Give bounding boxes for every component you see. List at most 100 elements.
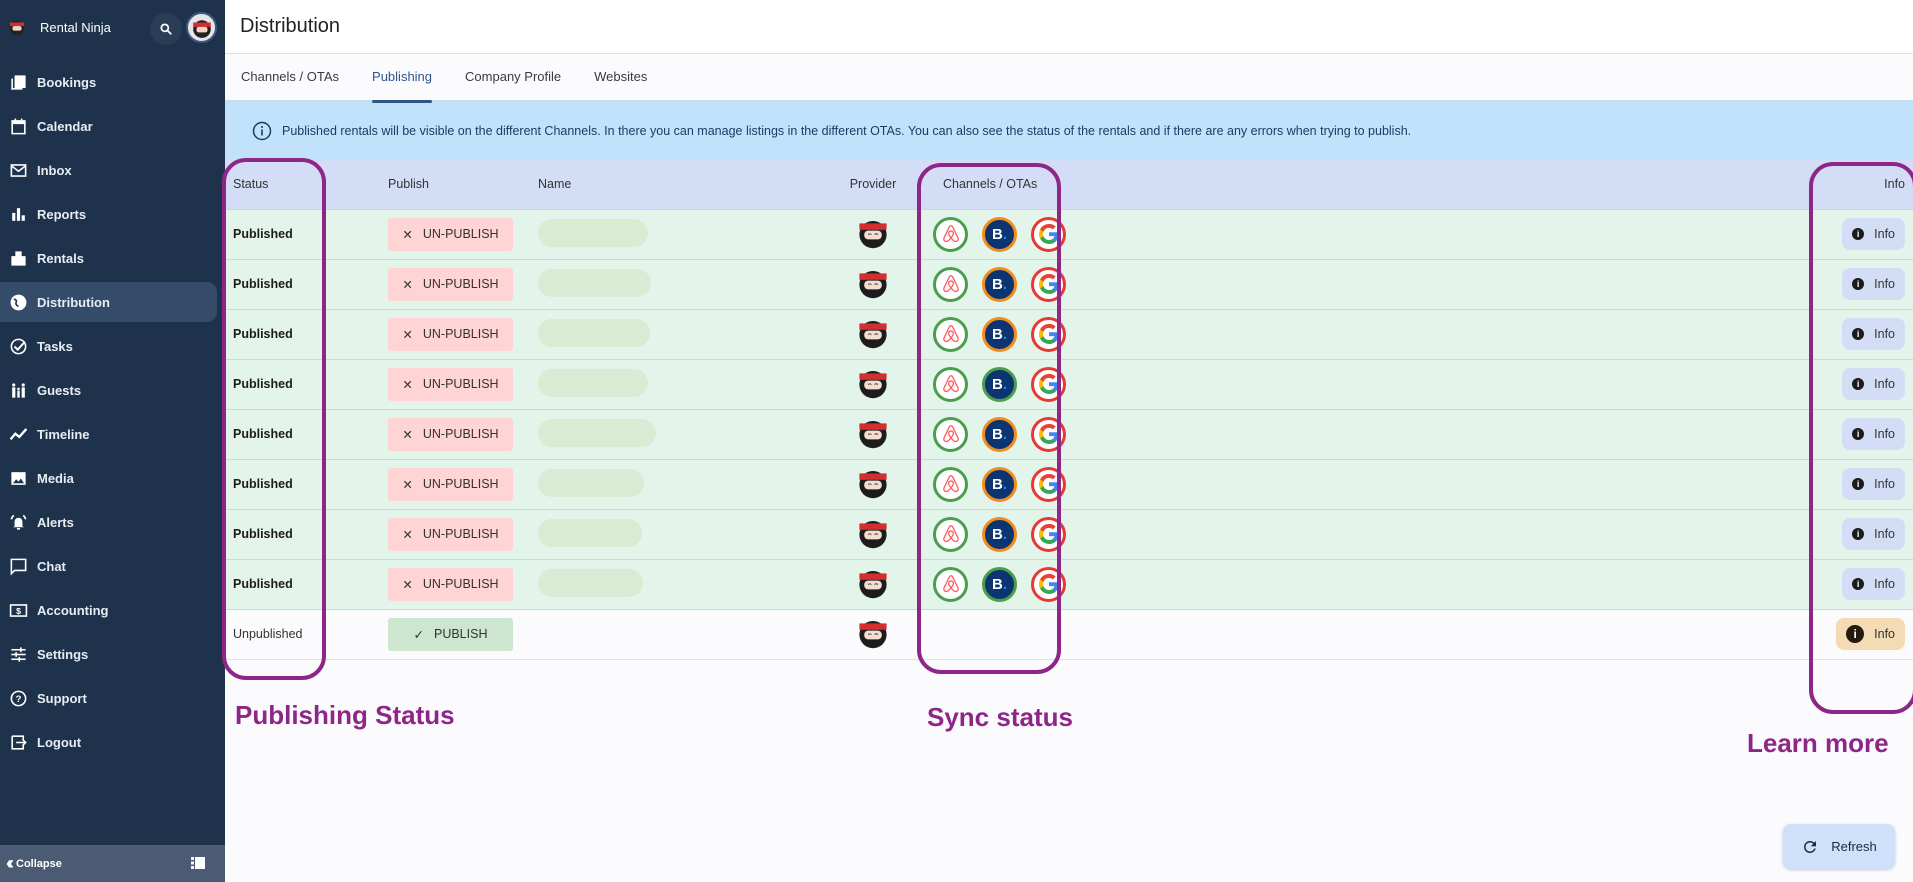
name-cell [530, 459, 833, 509]
info-button[interactable]: i Info [1842, 418, 1905, 450]
calendar-icon [11, 118, 26, 134]
rental-name-redacted[interactable] [538, 468, 644, 497]
provider-cell [833, 459, 913, 509]
chat-icon [10, 558, 27, 576]
sidebar-item-accounting[interactable]: $ Accounting [0, 590, 217, 630]
unpublish-label: UN-PUBLISH [422, 327, 499, 341]
header-name[interactable]: Name [530, 159, 833, 209]
channels-cell: B. [913, 259, 1093, 309]
sidebar-item-distribution[interactable]: Distribution [0, 282, 217, 322]
channel-booking[interactable]: B. [982, 416, 1017, 452]
provider-cell [833, 609, 913, 659]
channel-google[interactable] [1031, 366, 1066, 402]
channel-airbnb[interactable] [933, 216, 968, 252]
tab-company-profile[interactable]: Company Profile [465, 53, 561, 101]
tab-publishing[interactable]: Publishing [372, 53, 433, 103]
info-label: Info [1874, 327, 1895, 341]
unpublish-button[interactable]: ✕ UN-PUBLISH [388, 567, 513, 601]
sidebar-item-settings[interactable]: Settings [0, 634, 217, 674]
channel-airbnb[interactable] [933, 466, 968, 502]
tab-channels-otas[interactable]: Channels / OTAs [241, 53, 339, 101]
unpublish-button[interactable]: ✕ UN-PUBLISH [388, 467, 513, 501]
sidebar-item-alerts[interactable]: Alerts [0, 502, 217, 542]
unpublish-button[interactable]: ✕ UN-PUBLISH [388, 217, 513, 251]
search-button[interactable] [150, 13, 182, 45]
sidebar-toggle-icon[interactable] [191, 857, 205, 869]
sidebar-item-logout[interactable]: Logout [0, 722, 217, 762]
info-button[interactable]: i Info [1842, 568, 1905, 600]
rental-name-redacted[interactable] [538, 518, 642, 547]
sidebar-item-reports[interactable]: Reports [0, 194, 217, 234]
channel-airbnb[interactable] [933, 266, 968, 302]
booking-logo-icon: B. [991, 425, 1007, 443]
collapse-button[interactable]: ‹‹ Collapse [0, 845, 225, 882]
channel-booking[interactable]: B. [982, 516, 1017, 552]
user-avatar[interactable] [186, 12, 217, 43]
sidebar-item-media[interactable]: Media [0, 458, 217, 498]
sidebar-item-inbox[interactable]: Inbox [0, 150, 217, 190]
info-button[interactable]: i Info [1842, 518, 1905, 550]
channel-airbnb[interactable] [933, 516, 968, 552]
publish-button[interactable]: ✓ PUBLISH [388, 617, 513, 651]
channel-google[interactable] [1031, 316, 1066, 352]
unpublish-button[interactable]: ✕ UN-PUBLISH [388, 367, 513, 401]
channel-booking[interactable]: B. [982, 266, 1017, 302]
info-button[interactable]: i Info [1842, 218, 1905, 250]
ninja-provider-icon [859, 270, 887, 298]
header-provider: Provider [849, 176, 897, 191]
info-button[interactable]: i Info [1842, 318, 1905, 350]
channel-google[interactable] [1031, 266, 1066, 302]
channel-booking[interactable]: B. [982, 366, 1017, 402]
refresh-button[interactable]: Refresh [1783, 824, 1895, 869]
info-button[interactable]: i Info [1842, 468, 1905, 500]
rental-name-redacted[interactable] [538, 318, 650, 347]
sidebar-item-guests[interactable]: Guests [0, 370, 217, 410]
alerts-icon [10, 514, 27, 530]
sidebar-item-label: Bookings [37, 74, 97, 90]
rental-name-redacted[interactable] [538, 368, 648, 397]
publish-cell: ✓ PUBLISH [380, 609, 530, 659]
channel-booking[interactable]: B. [982, 566, 1017, 602]
channel-booking[interactable]: B. [982, 466, 1017, 502]
tab-websites[interactable]: Websites [594, 53, 647, 101]
rental-name-redacted[interactable] [538, 418, 656, 447]
sidebar-item-tasks[interactable]: Tasks [0, 326, 217, 366]
rental-name-redacted[interactable] [538, 268, 651, 297]
spacer-cell [1093, 409, 1813, 459]
airbnb-logo-icon [942, 275, 959, 293]
sidebar-item-rentals[interactable]: Rentals [0, 238, 217, 278]
sidebar-item-timeline[interactable]: Timeline [0, 414, 217, 454]
spacer-cell [1093, 609, 1813, 659]
info-button[interactable]: i Info [1836, 618, 1905, 650]
close-icon: ✕ [402, 477, 413, 492]
channel-google[interactable] [1031, 466, 1066, 502]
channel-airbnb[interactable] [933, 366, 968, 402]
unpublish-button[interactable]: ✕ UN-PUBLISH [388, 417, 513, 451]
ninja-avatar-icon [192, 19, 211, 38]
channel-airbnb[interactable] [933, 316, 968, 352]
channel-google[interactable] [1031, 216, 1066, 252]
channel-airbnb[interactable] [933, 566, 968, 602]
status-cell: Published [233, 277, 293, 291]
page-title: Distribution [240, 15, 341, 37]
channel-google[interactable] [1031, 416, 1066, 452]
unpublish-button[interactable]: ✕ UN-PUBLISH [388, 317, 513, 351]
rental-name-redacted[interactable] [538, 218, 648, 247]
sidebar-item-chat[interactable]: Chat [0, 546, 217, 586]
channel-booking[interactable]: B. [982, 316, 1017, 352]
sidebar-item-calendar[interactable]: Calendar [0, 106, 217, 146]
header-channels: Channels / OTAs [943, 176, 1038, 191]
unpublish-button[interactable]: ✕ UN-PUBLISH [388, 517, 513, 551]
unpublish-button[interactable]: ✕ UN-PUBLISH [388, 267, 513, 301]
rental-name-redacted[interactable] [538, 568, 643, 597]
sidebar-item-bookings[interactable]: Bookings [0, 62, 217, 102]
channel-google[interactable] [1031, 566, 1066, 602]
channel-airbnb[interactable] [933, 416, 968, 452]
sidebar-item-support[interactable]: ? Support [0, 678, 217, 718]
channel-booking[interactable]: B. [982, 216, 1017, 252]
publish-cell: ✕ UN-PUBLISH [380, 559, 530, 609]
channel-google[interactable] [1031, 516, 1066, 552]
info-button[interactable]: i Info [1842, 368, 1905, 400]
info-button[interactable]: i Info [1842, 268, 1905, 300]
header-status[interactable]: Status [225, 159, 380, 209]
